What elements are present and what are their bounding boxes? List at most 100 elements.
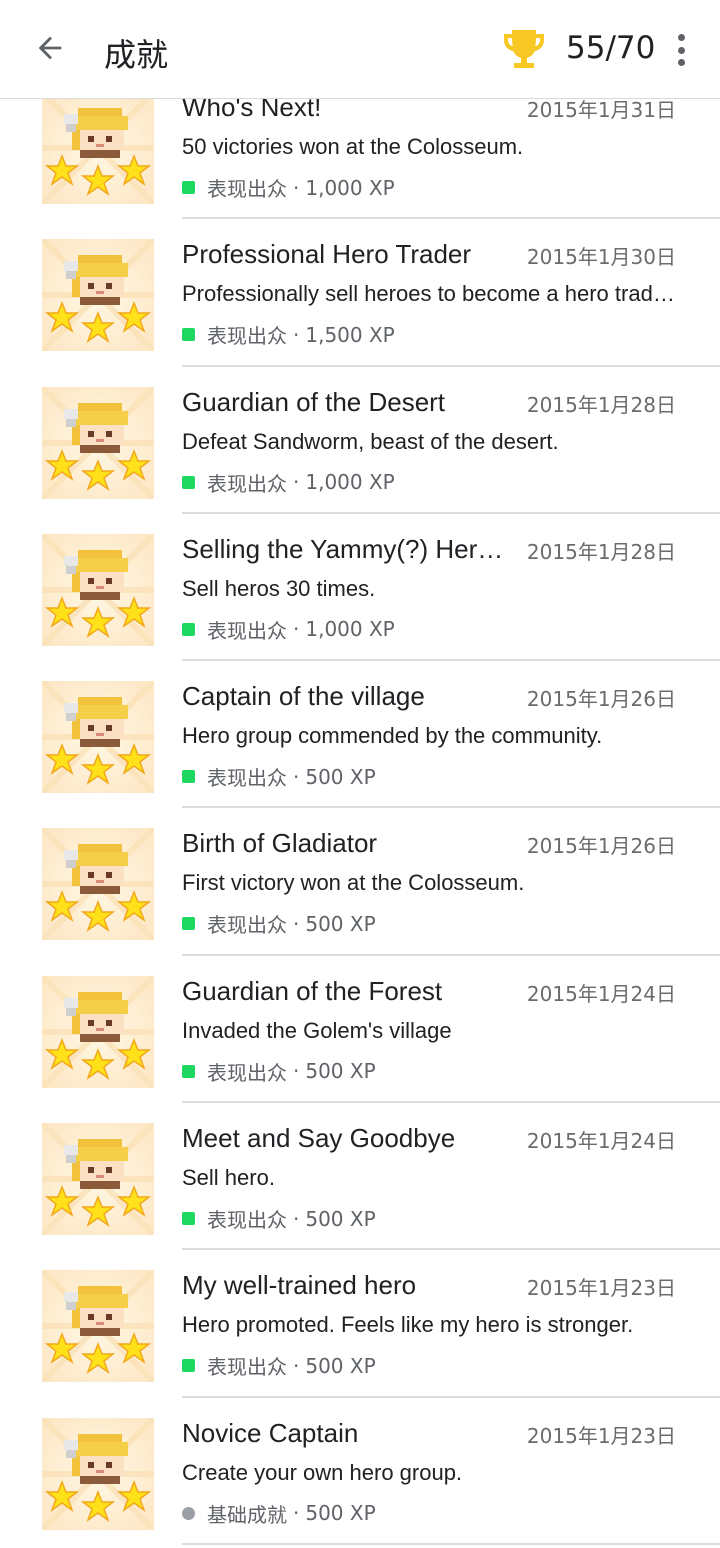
achievement-description: First victory won at the Colosseum. <box>182 870 525 896</box>
category-indicator-icon <box>182 1506 195 1520</box>
app-bar: 成就 55/70 <box>0 0 720 99</box>
achievement-category: 表现出众 <box>207 471 287 496</box>
achievement-content: Guardian of the Desert 2015年1月28日 Defeat… <box>182 367 720 514</box>
achievement-badge-image <box>42 1270 154 1383</box>
achievement-badge-image <box>42 92 154 204</box>
achievement-content: Captain of the village 2015年1月26日 Hero g… <box>182 661 720 809</box>
achievement-description: 50 victories won at the Colosseum. <box>182 134 524 159</box>
achievement-description: Professionally sell heroes to become a h… <box>182 281 676 307</box>
achievement-meta: 表现出众 · 500 XP <box>182 909 376 938</box>
achievement-meta: 表现出众 · 1,500 XP <box>182 320 395 349</box>
achievement-xp: 1,000 XP <box>305 617 395 642</box>
achievement-title: Novice Captain <box>182 1417 359 1448</box>
achievement-description: Sell hero. <box>182 1165 275 1191</box>
achievement-item[interactable]: Professional Hero Trader 2015年1月30日 Prof… <box>0 219 720 367</box>
achievement-content: Professional Hero Trader 2015年1月30日 Prof… <box>182 219 720 367</box>
achievement-title: Selling the Yammy(?) Heroes <box>182 533 512 564</box>
achievement-description: Invaded the Golem's village <box>182 1017 452 1043</box>
achievement-meta: 表现出众 · 1,000 XP <box>182 468 395 497</box>
achievement-meta: 表现出众 · 500 XP <box>182 1351 376 1380</box>
arrow-left-icon <box>38 36 62 60</box>
achievement-badge-image <box>42 1417 154 1530</box>
achievement-date: 2015年1月23日 <box>526 1276 676 1301</box>
category-indicator-icon <box>182 770 195 784</box>
trophy-icon <box>504 30 544 68</box>
category-indicator-icon <box>182 917 195 931</box>
achievement-item[interactable]: My well-trained hero 2015年1月23日 Hero pro… <box>0 1250 720 1398</box>
achievement-badge-image <box>42 828 154 941</box>
achievement-xp: 500 XP <box>305 911 376 936</box>
achievement-title: Guardian of the Forest <box>182 975 443 1006</box>
achievement-item[interactable]: Captain of the village 2015年1月26日 Hero g… <box>0 661 720 809</box>
achievement-date: 2015年1月28日 <box>526 539 676 564</box>
achievement-item[interactable]: Birth of Gladiator 2015年1月26日 First vict… <box>0 808 720 956</box>
achievement-date: 2015年1月24日 <box>526 981 676 1006</box>
achievement-category: 表现出众 <box>207 324 287 349</box>
achievement-xp: 500 XP <box>305 764 376 789</box>
achievement-category: 表现出众 <box>207 1208 287 1233</box>
achievement-xp: 500 XP <box>305 1059 376 1084</box>
achievement-item[interactable]: Novice Captain 2015年1月23日 Create your ow… <box>0 1398 720 1545</box>
achievement-badge-image <box>42 386 154 499</box>
achievement-xp: 500 XP <box>305 1353 376 1378</box>
achievement-category: 表现出众 <box>207 1060 287 1085</box>
category-indicator-icon <box>182 622 195 636</box>
achievement-content: Novice Captain 2015年1月23日 Create your ow… <box>182 1398 720 1545</box>
category-indicator-icon <box>182 475 195 489</box>
achievement-xp: 1,000 XP <box>305 470 395 495</box>
achievement-content: Meet and Say Goodbye 2015年1月24日 Sell her… <box>182 1103 720 1251</box>
achievement-badge-image <box>42 975 154 1088</box>
achievement-description: Defeat Sandworm, beast of the desert. <box>182 428 559 454</box>
achievement-item[interactable]: Meet and Say Goodbye 2015年1月24日 Sell her… <box>0 1103 720 1251</box>
achievement-title: Birth of Gladiator <box>182 828 378 859</box>
achievement-date: 2015年1月28日 <box>526 392 676 417</box>
achievement-description: Create your own hero group. <box>182 1459 463 1485</box>
category-indicator-icon <box>182 181 195 194</box>
achievement-badge-image <box>42 1123 154 1236</box>
achievement-meta: 表现出众 · 1,000 XP <box>182 173 395 202</box>
category-indicator-icon <box>182 1212 195 1226</box>
achievement-category: 表现出众 <box>207 766 287 791</box>
achievement-date: 2015年1月26日 <box>526 687 676 712</box>
achievement-title: Professional Hero Trader <box>182 239 472 270</box>
separator: · <box>293 1353 300 1378</box>
achievement-date: 2015年1月30日 <box>526 245 676 270</box>
achievement-content: Guardian of the Forest 2015年1月24日 Invade… <box>182 956 720 1104</box>
achievement-item[interactable]: Selling the Yammy(?) Heroes 2015年1月28日 S… <box>0 514 720 662</box>
separator: · <box>293 175 300 200</box>
achievement-date: 2015年1月23日 <box>526 1423 676 1448</box>
achievement-progress: 55/70 <box>566 30 656 66</box>
achievement-xp: 1,000 XP <box>305 175 395 200</box>
achievement-meta: 基础成就 · 500 XP <box>182 1499 376 1528</box>
achievement-content: Selling the Yammy(?) Heroes 2015年1月28日 S… <box>182 514 720 662</box>
achievement-title: My well-trained hero <box>182 1270 417 1301</box>
achievement-meta: 表现出众 · 500 XP <box>182 1204 376 1233</box>
achievement-description: Sell heros 30 times. <box>182 575 376 601</box>
achievement-badge-image <box>42 681 154 794</box>
achievement-item[interactable]: Guardian of the Forest 2015年1月24日 Invade… <box>0 956 720 1104</box>
achievement-content: Birth of Gladiator 2015年1月26日 First vict… <box>182 808 720 956</box>
achievement-description: Hero promoted. Feels like my hero is str… <box>182 1312 634 1338</box>
separator: · <box>293 1206 300 1231</box>
back-button[interactable] <box>30 28 70 68</box>
achievement-content: My well-trained hero 2015年1月23日 Hero pro… <box>182 1250 720 1398</box>
achievement-category: 表现出众 <box>207 913 287 938</box>
category-indicator-icon <box>182 1359 195 1373</box>
achievement-description: Hero group commended by the community. <box>182 723 603 749</box>
separator: · <box>293 322 300 347</box>
achievement-badge-image <box>42 239 154 352</box>
achievement-title: Guardian of the Desert <box>182 386 446 417</box>
separator: · <box>293 911 300 936</box>
achievement-date: 2015年1月24日 <box>526 1129 676 1154</box>
achievement-category: 表现出众 <box>207 1355 287 1380</box>
achievement-xp: 500 XP <box>305 1206 376 1231</box>
more-options-icon[interactable] <box>666 30 696 70</box>
achievement-list: Who's Next! 2015年1月31日 50 victories won … <box>0 72 720 1545</box>
achievement-xp: 1,500 XP <box>305 322 395 347</box>
achievement-badge-image <box>42 533 154 646</box>
achievement-meta: 表现出众 · 500 XP <box>182 762 376 791</box>
achievement-title: Captain of the village <box>182 681 425 712</box>
achievement-date: 2015年1月26日 <box>526 834 676 859</box>
category-indicator-icon <box>182 1064 195 1078</box>
achievement-item[interactable]: Guardian of the Desert 2015年1月28日 Defeat… <box>0 367 720 514</box>
